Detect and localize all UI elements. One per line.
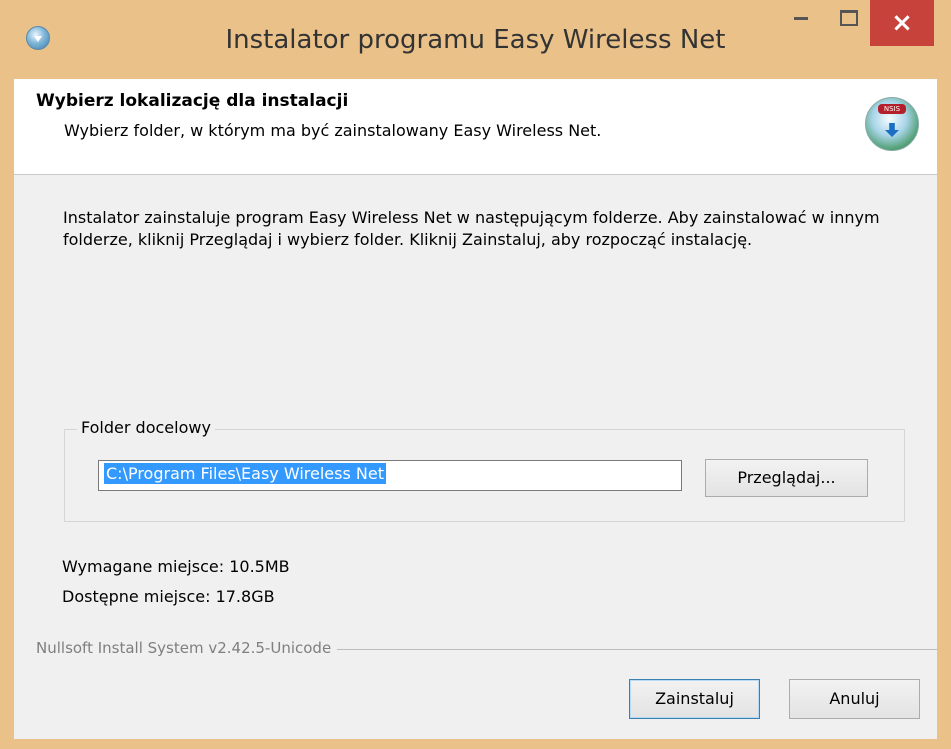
- space-required: Wymagane miejsce: 10.5MB: [62, 557, 290, 576]
- dialog-body: Wybierz lokalizację dla instalacji Wybie…: [14, 79, 937, 739]
- page-subtitle: Wybierz folder, w którym ma być zainstal…: [64, 121, 602, 140]
- nsis-installer-icon: NSIS: [865, 97, 919, 151]
- maximize-icon: [840, 10, 858, 26]
- cancel-button[interactable]: Anuluj: [789, 679, 920, 719]
- destination-path-value: C:\Program Files\Easy Wireless Net: [104, 463, 386, 484]
- download-arrow-icon: [885, 123, 899, 137]
- title-bar[interactable]: Instalator programu Easy Wireless Net ×: [0, 0, 951, 79]
- maximize-button[interactable]: [826, 0, 872, 42]
- space-available: Dostępne miejsce: 17.8GB: [62, 587, 275, 606]
- close-button[interactable]: ×: [870, 0, 934, 46]
- install-button[interactable]: Zainstaluj: [629, 679, 760, 719]
- minimize-button[interactable]: [778, 0, 824, 42]
- browse-button[interactable]: Przeglądaj...: [705, 459, 868, 497]
- destination-folder-group: Folder docelowy C:\Program Files\Easy Wi…: [64, 418, 905, 522]
- nsis-badge: NSIS: [878, 104, 906, 114]
- destination-folder-label: Folder docelowy: [77, 418, 215, 437]
- nsis-branding: Nullsoft Install System v2.42.5-Unicode: [36, 639, 338, 657]
- page-title: Wybierz lokalizację dla instalacji: [36, 91, 349, 111]
- minimize-icon: [794, 16, 808, 20]
- page-header: Wybierz lokalizację dla instalacji Wybie…: [14, 79, 937, 175]
- instructions-text: Instalator zainstaluje program Easy Wire…: [63, 208, 880, 249]
- close-icon: ×: [891, 8, 913, 38]
- installer-window: Instalator programu Easy Wireless Net × …: [0, 0, 951, 749]
- destination-path-input[interactable]: C:\Program Files\Easy Wireless Net: [98, 460, 682, 491]
